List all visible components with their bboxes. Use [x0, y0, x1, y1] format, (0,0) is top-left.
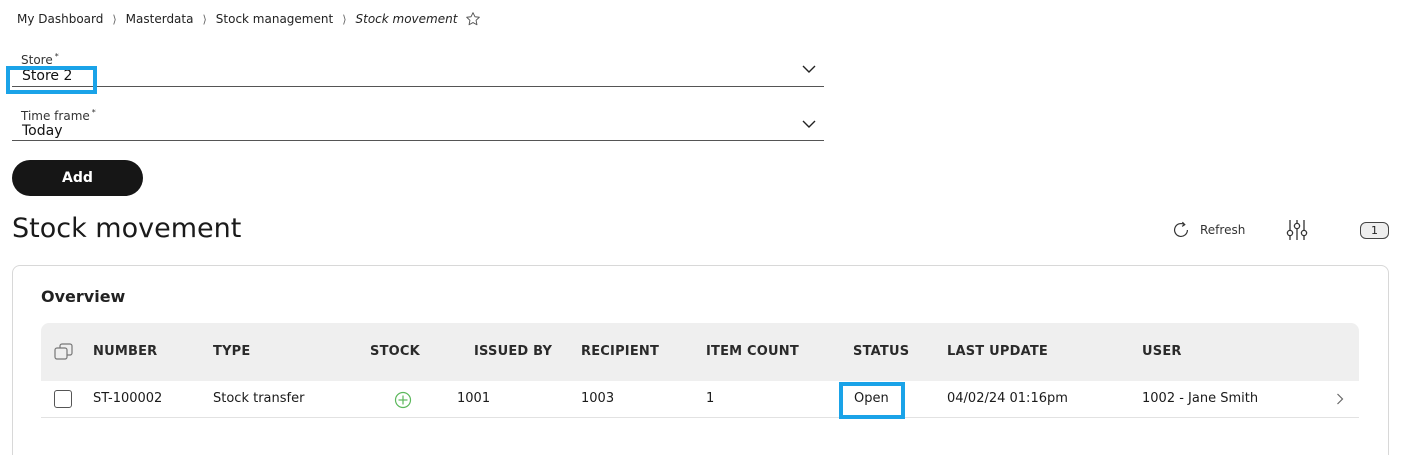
table-row[interactable]: ST-100002 Stock transfer 1001 1003 1 Ope… [41, 381, 1359, 419]
cell-type: Stock transfer [213, 391, 305, 406]
breadcrumb-separator: ⟩ [112, 12, 117, 26]
filter-count-badge[interactable]: 1 [1360, 222, 1389, 239]
store-value-highlight [6, 66, 97, 94]
refresh-button[interactable]: Refresh [1170, 219, 1245, 241]
table-header: NUMBER TYPE STOCK ISSUED BY RECIPIENT IT… [41, 323, 1359, 381]
column-header-number[interactable]: NUMBER [93, 344, 157, 359]
timeframe-select[interactable]: Time frame * Today [12, 106, 824, 141]
breadcrumb: My Dashboard ⟩ Masterdata ⟩ Stock manage… [17, 11, 481, 27]
column-header-stock[interactable]: STOCK [370, 344, 420, 359]
column-header-issued-by[interactable]: ISSUED BY [474, 344, 552, 359]
plus-circle-icon [394, 391, 412, 409]
breadcrumb-separator: ⟩ [342, 12, 347, 26]
timeframe-value: Today [22, 123, 63, 139]
breadcrumb-current: Stock movement [355, 12, 458, 26]
overview-title: Overview [41, 287, 126, 306]
column-header-status[interactable]: STATUS [853, 344, 909, 359]
refresh-label: Refresh [1200, 223, 1246, 237]
breadcrumb-stock-management[interactable]: Stock management [216, 12, 333, 26]
add-button[interactable]: Add [12, 160, 143, 196]
timeframe-label: Time frame * [21, 108, 96, 123]
store-select[interactable]: Store * Store 2 [12, 52, 824, 87]
store-label: Store * [21, 52, 59, 67]
cell-recipient: 1003 [581, 391, 615, 406]
stock-movement-table: NUMBER TYPE STOCK ISSUED BY RECIPIENT IT… [41, 323, 1359, 419]
breadcrumb-separator: ⟩ [202, 12, 207, 26]
status-highlight [839, 382, 905, 419]
chevron-down-icon[interactable] [802, 119, 816, 129]
refresh-icon [1173, 221, 1189, 237]
column-header-recipient[interactable]: RECIPIENT [581, 344, 659, 359]
cell-item-count: 1 [706, 391, 715, 406]
column-header-type[interactable]: TYPE [213, 344, 251, 359]
select-all-icon[interactable] [54, 343, 74, 361]
page-title: Stock movement [12, 213, 242, 244]
overview-card: Overview NUMBER TYPE STOCK ISSUED BY REC… [12, 265, 1389, 455]
star-icon[interactable] [465, 11, 481, 27]
column-header-last-update[interactable]: LAST UPDATE [947, 344, 1048, 359]
cell-last-update: 04/02/24 01:16pm [947, 391, 1068, 406]
cell-user: 1002 - Jane Smith [1142, 391, 1259, 406]
chevron-right-icon[interactable] [1336, 393, 1344, 405]
breadcrumb-masterdata[interactable]: Masterdata [126, 12, 194, 26]
column-header-item-count[interactable]: ITEM COUNT [706, 344, 799, 359]
breadcrumb-my-dashboard[interactable]: My Dashboard [17, 12, 103, 26]
chevron-down-icon[interactable] [802, 64, 816, 74]
filter-sliders-icon[interactable] [1286, 218, 1308, 242]
column-header-user[interactable]: USER [1142, 344, 1182, 359]
cell-issued-by: 1001 [457, 391, 491, 406]
cell-number: ST-100002 [93, 391, 163, 406]
row-checkbox[interactable] [54, 390, 72, 408]
